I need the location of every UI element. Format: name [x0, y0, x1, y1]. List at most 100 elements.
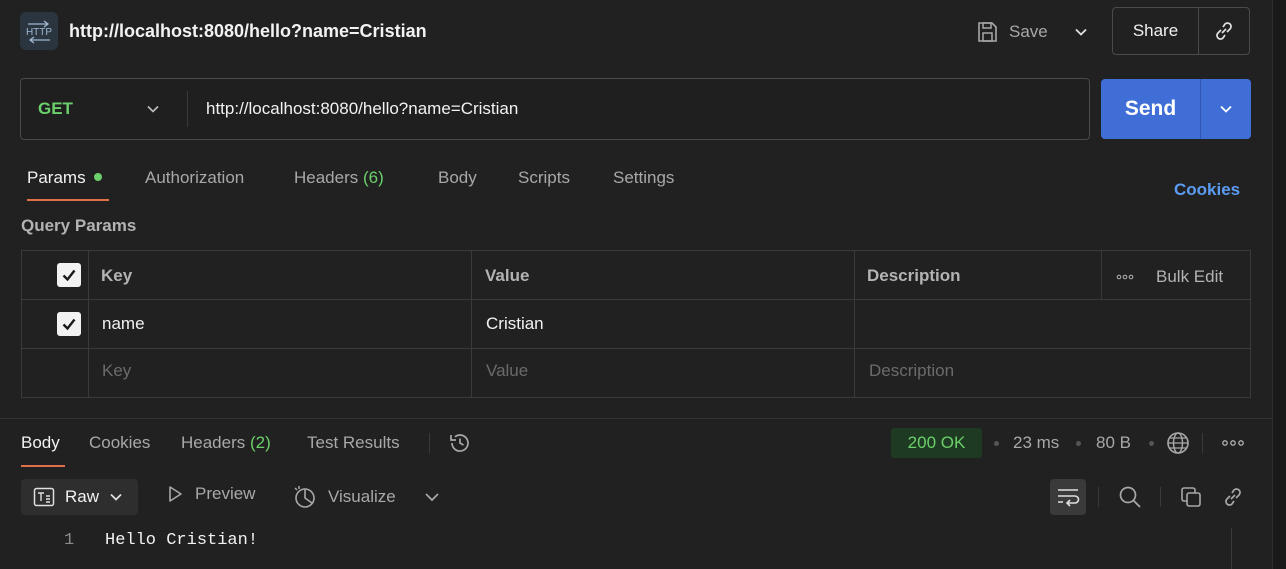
chevron-down-icon	[147, 105, 159, 113]
new-param-key-input[interactable]: Key	[102, 361, 131, 381]
query-params-title: Query Params	[21, 216, 137, 235]
visualize-icon	[294, 486, 315, 508]
editor-scrollbar[interactable]	[1231, 528, 1252, 569]
response-body-text[interactable]: Hello Cristian!	[105, 531, 258, 550]
history-icon[interactable]	[447, 430, 473, 456]
tab-scripts[interactable]: Scripts	[518, 168, 570, 188]
checkmark-icon	[62, 318, 76, 331]
tab-body[interactable]: Body	[438, 168, 477, 188]
more-options-icon[interactable]	[1221, 434, 1245, 452]
raw-label: Raw	[65, 487, 100, 506]
save-icon	[975, 20, 999, 44]
chevron-down-icon	[425, 493, 439, 502]
bulk-edit-button[interactable]: Bulk Edit	[1116, 267, 1223, 287]
param-enabled-checkbox[interactable]	[57, 312, 81, 336]
send-options-button[interactable]	[1201, 79, 1251, 139]
tab-settings[interactable]: Settings	[613, 168, 674, 188]
visualize-options-button[interactable]	[424, 490, 440, 504]
new-param-value-input[interactable]: Value	[486, 361, 528, 381]
tab-headers[interactable]: Headers (6)	[294, 168, 384, 188]
copy-icon	[1181, 487, 1201, 507]
response-tab-headers[interactable]: Headers (2)	[181, 433, 271, 453]
tab-separator	[429, 433, 430, 453]
param-key-cell[interactable]: name	[102, 314, 145, 334]
copy-link-button[interactable]	[1199, 8, 1249, 54]
search-icon	[1119, 486, 1141, 508]
response-tab-cookies[interactable]: Cookies	[89, 433, 150, 453]
wrap-lines-button[interactable]	[1050, 479, 1086, 515]
wrap-text-icon	[1058, 489, 1080, 507]
send-button[interactable]: Send	[1101, 79, 1201, 139]
window-scrollbar[interactable]	[1272, 0, 1286, 569]
link-icon	[1216, 22, 1232, 40]
more-options-icon	[1116, 274, 1134, 280]
visualize-button[interactable]: Visualize	[292, 484, 396, 510]
url-separator	[187, 91, 188, 127]
preview-label: Preview	[195, 484, 256, 503]
preview-button[interactable]: Preview	[165, 484, 255, 504]
share-group: Share	[1112, 7, 1250, 55]
tab-headers-label: Headers	[294, 168, 359, 187]
url-input[interactable]	[206, 79, 1076, 139]
http-badge-text: HTTP	[26, 27, 52, 38]
visualize-label: Visualize	[328, 487, 396, 506]
text-format-icon	[33, 487, 55, 507]
query-params-table: Key Value Description Bulk Edit name Cri…	[21, 250, 1251, 398]
param-description-cell[interactable]	[868, 314, 1238, 338]
tab-authorization[interactable]: Authorization	[145, 168, 244, 188]
checkmark-icon	[62, 269, 76, 282]
method-label: GET	[38, 99, 73, 118]
new-param-description-input[interactable]: Description	[869, 361, 954, 381]
status-badge[interactable]: 200 OK	[891, 428, 982, 458]
select-all-checkbox[interactable]	[57, 263, 81, 287]
col-divider	[854, 251, 855, 397]
tab-params-label: Params	[27, 168, 86, 187]
response-tab-test-results[interactable]: Test Results	[307, 433, 400, 453]
col-divider	[1101, 251, 1102, 299]
copy-link-response-button[interactable]	[1220, 484, 1246, 510]
param-value-cell[interactable]: Cristian	[486, 314, 544, 334]
pane-divider[interactable]	[0, 418, 1286, 419]
col-divider	[471, 251, 472, 397]
copy-button[interactable]	[1178, 484, 1204, 510]
column-header-description: Description	[867, 266, 961, 285]
meta-separator-dot	[1076, 441, 1081, 446]
tab-params-underline	[27, 199, 109, 201]
response-time[interactable]: 23 ms	[1013, 433, 1059, 453]
line-number: 1	[64, 531, 75, 550]
chevron-down-icon	[110, 493, 122, 501]
send-group: Send	[1101, 79, 1251, 139]
meta-separator-dot	[994, 441, 999, 446]
toolbar-separator	[1098, 487, 1099, 507]
share-button[interactable]: Share	[1113, 8, 1199, 54]
response-tab-headers-label: Headers	[181, 433, 246, 452]
link-icon	[1225, 488, 1241, 506]
chevron-down-icon	[1220, 105, 1232, 113]
response-tab-body-underline	[21, 465, 65, 467]
cookies-link[interactable]: Cookies	[1174, 180, 1240, 200]
http-request-icon: HTTP	[20, 12, 58, 50]
meta-separator-dot	[1149, 441, 1154, 446]
meta-separator	[1202, 433, 1203, 453]
response-tab-body[interactable]: Body	[21, 433, 60, 453]
save-label: Save	[1009, 22, 1048, 41]
response-size[interactable]: 80 B	[1096, 433, 1131, 453]
toolbar-separator	[1160, 487, 1161, 507]
save-button[interactable]: Save	[975, 16, 1048, 48]
column-header-key: Key	[101, 266, 133, 285]
url-bar: GET	[20, 78, 1090, 140]
col-divider	[88, 251, 89, 397]
request-title[interactable]: http://localhost:8080/hello?name=Cristia…	[69, 21, 427, 42]
save-options-button[interactable]	[1068, 16, 1094, 48]
tab-headers-count: (6)	[363, 168, 384, 187]
column-header-value: Value	[485, 266, 530, 285]
bulk-edit-label: Bulk Edit	[1156, 267, 1224, 286]
response-tab-headers-count: (2)	[250, 433, 271, 452]
row-divider	[22, 348, 1250, 349]
search-button[interactable]	[1117, 484, 1143, 510]
params-active-dot	[93, 172, 102, 181]
globe-icon[interactable]	[1165, 430, 1191, 456]
raw-format-select[interactable]: Raw	[21, 479, 138, 515]
method-select[interactable]: GET	[21, 79, 187, 139]
tab-params[interactable]: Params	[27, 168, 102, 188]
